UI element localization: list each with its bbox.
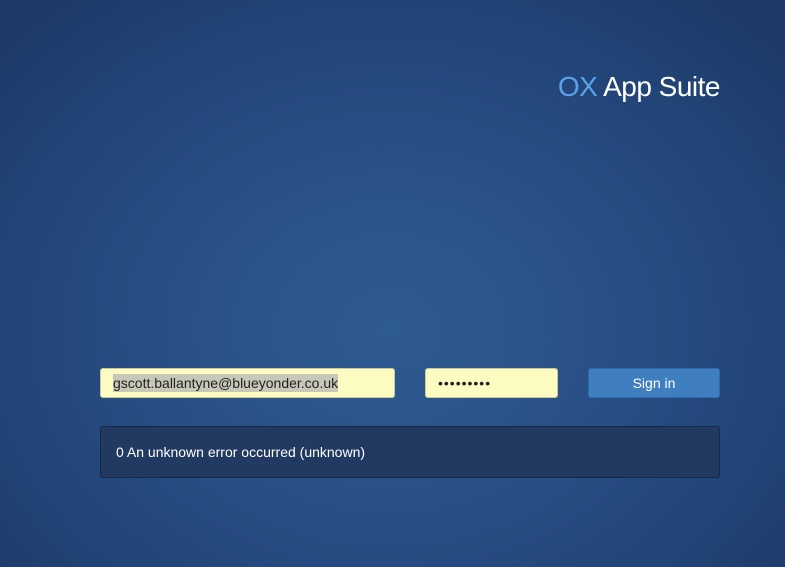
error-alert: 0 An unknown error occurred (unknown) (100, 426, 720, 478)
sign-in-label: Sign in (632, 375, 676, 391)
username-input[interactable]: gscott.ballantyne@blueyonder.co.uk (100, 368, 395, 398)
sign-in-button[interactable]: Sign in (588, 368, 720, 398)
error-message: 0 An unknown error occurred (unknown) (116, 444, 366, 460)
password-input[interactable]: ••••••••• (425, 368, 558, 398)
password-mask: ••••••••• (438, 375, 492, 391)
username-value: gscott.ballantyne@blueyonder.co.uk (113, 374, 339, 392)
app-logo: OX App Suite (557, 71, 721, 103)
logo-app-suite-text: App Suite (597, 71, 720, 102)
logo-ox-text: OX (557, 71, 598, 102)
